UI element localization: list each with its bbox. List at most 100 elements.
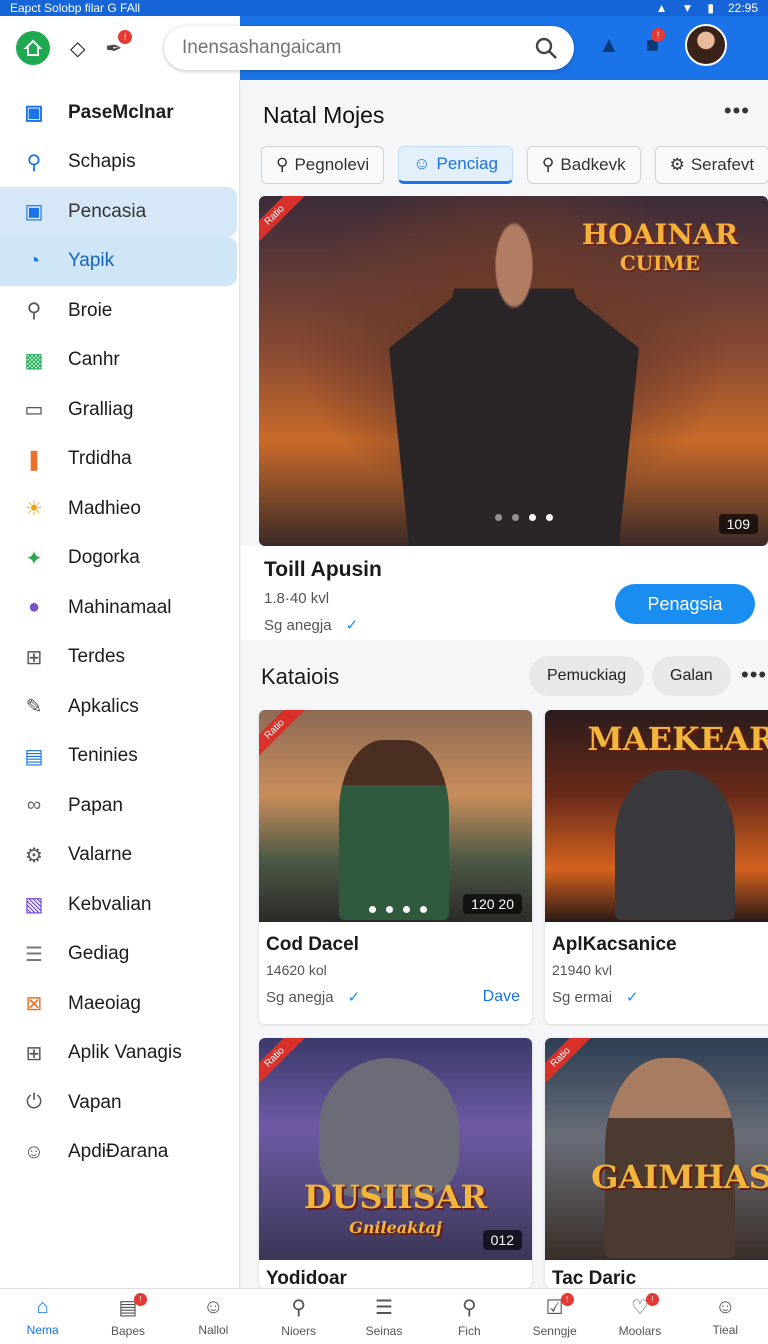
sidebar-item[interactable]: ▤ Teninies bbox=[0, 732, 237, 782]
chip-2[interactable]: ⚲ Badkevk bbox=[526, 146, 641, 184]
sidebar-item[interactable]: ▣ PaseMclnar bbox=[0, 88, 237, 138]
sidebar-item-label: Kebvalian bbox=[68, 893, 152, 915]
nav-favorites[interactable]: ♡! Moolars bbox=[597, 1289, 682, 1344]
nav-search[interactable]: ⚲ Nioers bbox=[256, 1289, 341, 1344]
avatar[interactable] bbox=[685, 24, 728, 66]
sidebar-item[interactable]: ● Mahinamaal bbox=[0, 583, 237, 633]
sidebar-item-label: Broie bbox=[68, 299, 113, 321]
search-bar[interactable] bbox=[164, 26, 574, 70]
search-icon: ⚲ bbox=[541, 155, 555, 174]
chip-1[interactable]: ☺ Penciag bbox=[398, 146, 513, 184]
character-figure bbox=[615, 770, 735, 920]
verified-icon: ✓ bbox=[345, 617, 359, 634]
category-title: Kataiois bbox=[261, 664, 340, 689]
alert-icon[interactable]: ▲ bbox=[598, 32, 620, 58]
sidebar-item[interactable]: ⚲ Schapis bbox=[0, 138, 237, 188]
sidebar-item-label: Maeoiag bbox=[68, 992, 141, 1014]
sidebar-item[interactable]: ▣ Pencasia bbox=[0, 187, 237, 237]
more-icon[interactable]: ••• bbox=[741, 662, 767, 688]
user-icon: ☺ bbox=[413, 154, 431, 173]
chat-icon[interactable]: ■! bbox=[646, 28, 666, 58]
search-icon: ⚲ bbox=[461, 1297, 477, 1319]
search-input[interactable] bbox=[182, 37, 512, 59]
card-title: Yodidoar bbox=[266, 1268, 347, 1288]
sidebar-item[interactable]: ∞ Papan bbox=[0, 781, 237, 831]
card-link[interactable]: Dave bbox=[483, 988, 520, 1006]
sidebar-item[interactable]: ⏻ Vapan bbox=[0, 1078, 237, 1128]
x-box-icon: ⊠ bbox=[25, 993, 43, 1016]
game-card[interactable]: Ratio GAIMHAS 19 Tac Daric bbox=[545, 1038, 768, 1288]
nav-apps[interactable]: ▤! Bapes bbox=[85, 1289, 170, 1344]
sidebar-item[interactable]: ⊞ Terdes bbox=[0, 633, 237, 683]
wifi-icon: ▼ bbox=[681, 1, 694, 15]
sidebar-item[interactable]: ☀ Madhieo bbox=[0, 484, 237, 534]
card-title: Tac Daric bbox=[552, 1268, 637, 1288]
chip-0[interactable]: ⚲ Pegnolevi bbox=[261, 146, 385, 184]
nav-profile[interactable]: ☺ Nallol bbox=[171, 1289, 256, 1344]
sidebar-item[interactable]: ✦ Dogorka bbox=[0, 534, 237, 584]
nav-find[interactable]: ⚲ Fich bbox=[427, 1289, 512, 1344]
top-bar: ◇ ✒! ▲ ■! bbox=[0, 16, 768, 80]
gear-icon: ⚙ bbox=[25, 844, 43, 867]
sidebar: ▣ PaseMclnar ⚲ Schapis ▣ Pencasia ◔ Yapik ⚲ Broie… bbox=[0, 80, 240, 1288]
pill-sort[interactable]: Pemuckiag bbox=[529, 656, 645, 696]
sidebar-item-label: Aplik Vanagis bbox=[68, 1042, 182, 1064]
bottom-nav: ⌂ Nema ▤! Bapes ☺ Nallol ⚲ Nioers ☰ Seinas ⚲ F… bbox=[0, 1288, 768, 1344]
sidebar-item-label: Schapis bbox=[68, 151, 136, 173]
sidebar-item[interactable]: ⚲ Broie bbox=[0, 286, 237, 336]
verified-icon: ✓ bbox=[626, 989, 639, 1006]
sidebar-item[interactable]: ⊞ Aplik Vanagis bbox=[0, 1029, 237, 1079]
hero-info: Toill Apusin 1.8·40 kvl Sg anegja ✓ Penag… bbox=[241, 546, 768, 640]
chip-3[interactable]: ⚙ Serafevt bbox=[654, 146, 768, 184]
user-icon: ☺ bbox=[23, 1140, 45, 1163]
nav-account[interactable]: ☺ Tieal bbox=[683, 1289, 768, 1344]
carousel-dots[interactable] bbox=[495, 514, 553, 521]
game-logo: HOAINAR CUIME bbox=[581, 218, 738, 275]
plus-box-icon: ⊞ bbox=[25, 646, 43, 669]
card-art: MAEKEAR 19 bbox=[545, 710, 768, 922]
game-card[interactable]: Ratio DUSIISAR Gnileaktaj 012 Yodidoar bbox=[259, 1038, 532, 1288]
sidebar-item-label: Gralliag bbox=[68, 398, 134, 420]
window-icon: ▭ bbox=[24, 399, 44, 422]
plus-box-icon: ⊞ bbox=[25, 1042, 43, 1065]
diamond-icon[interactable]: ◇ bbox=[70, 36, 85, 61]
nav-list[interactable]: ☰ Seinas bbox=[341, 1289, 426, 1344]
sidebar-item-label: Canhr bbox=[68, 349, 120, 371]
character-figure bbox=[339, 740, 449, 920]
verified-icon: ✓ bbox=[347, 989, 361, 1006]
power-icon: ⏻ bbox=[26, 1091, 42, 1114]
sidebar-item[interactable]: ☺ ApdiÐarana bbox=[0, 1128, 237, 1178]
sidebar-item-label: Gediag bbox=[68, 943, 130, 965]
sidebar-item[interactable]: ⚙ Valarne bbox=[0, 831, 237, 881]
sidebar-item[interactable]: ▧ Kebvalian bbox=[0, 880, 237, 930]
sidebar-item[interactable]: ⊠ Maeoiag bbox=[0, 979, 237, 1029]
sidebar-item[interactable]: ▩ Canhr bbox=[0, 336, 237, 386]
search-icon: ⚲ bbox=[26, 151, 42, 174]
card-art: Ratio 120 20 bbox=[259, 710, 532, 922]
pill-filter[interactable]: Galan bbox=[652, 656, 731, 696]
search-icon: ⚲ bbox=[26, 300, 42, 323]
sidebar-item[interactable]: ❚ Trdidha bbox=[0, 435, 237, 485]
game-card[interactable]: Ratio 120 20 Cod Dacel 14620 kol Sg aneg… bbox=[259, 710, 532, 1024]
search-icon[interactable] bbox=[534, 36, 558, 60]
sidebar-item-label: Trdidha bbox=[68, 448, 132, 470]
sidebar-item[interactable]: ◔ Yapik bbox=[0, 236, 237, 286]
install-button[interactable]: Penagsia bbox=[615, 584, 755, 624]
sidebar-item-label: Madhieo bbox=[68, 497, 141, 519]
more-icon[interactable]: ••• bbox=[724, 98, 750, 124]
tools-icon[interactable]: ✒! bbox=[105, 29, 133, 61]
home-icon: ⌂ bbox=[36, 1296, 49, 1318]
sidebar-item[interactable]: ✎ Apkalics bbox=[0, 682, 237, 732]
rating-tag: 109 bbox=[718, 514, 758, 534]
pill-icon: ❚ bbox=[25, 448, 43, 471]
sidebar-item[interactable]: ☰ Gediag bbox=[0, 930, 237, 980]
nav-updates[interactable]: ☑! Senngje bbox=[512, 1289, 597, 1344]
game-card[interactable]: MAEKEAR 19 AplKacsanice 21940 kvl Sg erm… bbox=[545, 710, 768, 1024]
lines-icon: ☰ bbox=[25, 943, 43, 966]
sidebar-item[interactable]: ▭ Gralliag bbox=[0, 385, 237, 435]
nav-home[interactable]: ⌂ Nema bbox=[0, 1289, 85, 1344]
sidebar-item-label: Apkalics bbox=[68, 695, 139, 717]
hero-size: 1.8·40 kvl bbox=[264, 590, 330, 607]
home-icon[interactable] bbox=[16, 31, 50, 65]
hero-banner[interactable]: Ratio HOAINAR CUIME 109 bbox=[259, 196, 768, 546]
